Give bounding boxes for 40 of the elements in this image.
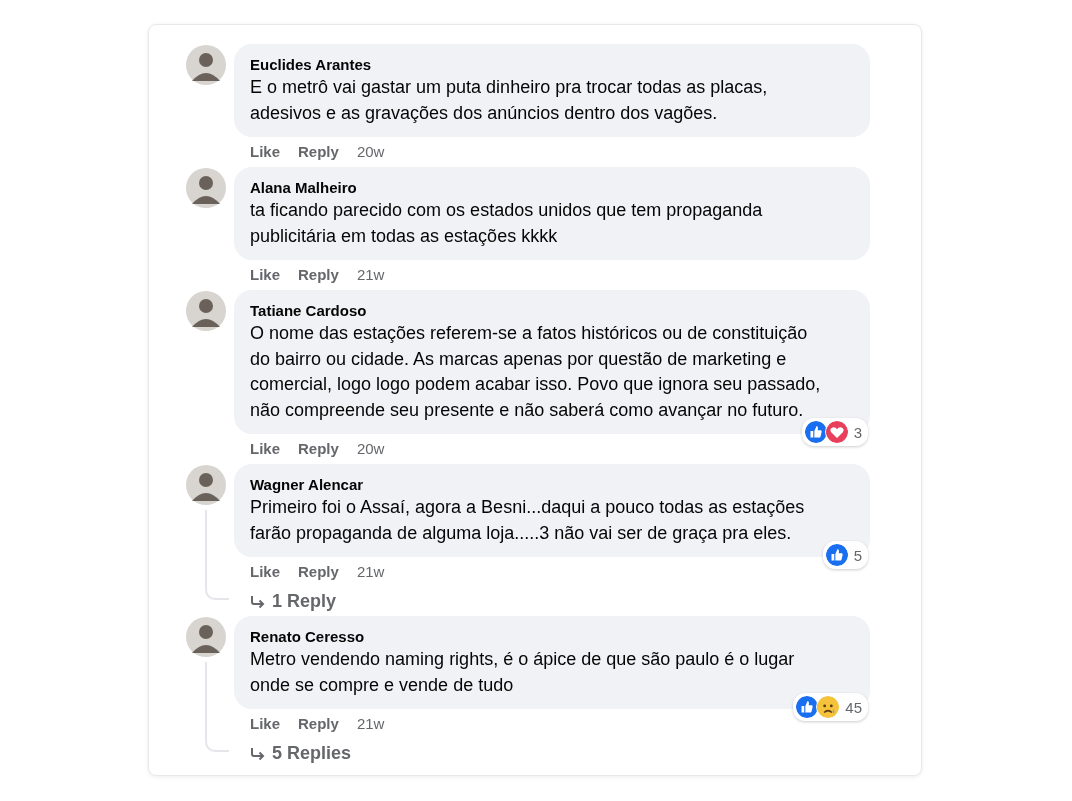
comment-text: Metro vendendo naming rights, é o ápice de que são paulo é o lugar onde se compre e vende de tudo [250, 648, 796, 697]
author-name[interactable]: Wagner Alencar [250, 475, 364, 494]
author-name[interactable]: Renato Ceresso [250, 627, 365, 646]
reaction-badge[interactable]: 3 [801, 418, 868, 446]
avatar-icon[interactable] [186, 617, 226, 657]
comment-text: E o metrô vai gastar um puta dinheiro pra trocar todas as placas, adesivos e as gravações dos anúncios dentro dos vagões. [250, 76, 769, 125]
heart-icon [824, 420, 849, 444]
timestamp: 21w [356, 562, 385, 582]
sad-face-icon [816, 695, 841, 719]
action-link[interactable]: Like [250, 264, 280, 286]
action-link[interactable]: Like [250, 141, 280, 163]
thumbs-up-icon [803, 420, 828, 444]
author-name[interactable]: Alana Malheiro [250, 178, 357, 197]
thumbs-up-icon [824, 543, 849, 567]
action-link[interactable]: Like [250, 561, 280, 583]
reply-arrow-icon [250, 745, 266, 762]
avatar-icon[interactable] [186, 465, 226, 505]
author-name[interactable]: Euclides Arantes [250, 55, 372, 74]
reply-arrow-icon [250, 593, 266, 610]
author-name[interactable]: Tatiane Cardoso [250, 301, 367, 320]
comment-text: Primeiro foi o Assaí, agora a Besni...daqui a pouco todas as estações farão propaganda de alguma loja.....3 não vai ser de graça pra eles. [250, 496, 806, 545]
action-link[interactable]: Reply [298, 561, 339, 583]
action-link[interactable]: Like [250, 438, 280, 460]
timestamp: 21w [356, 714, 385, 734]
avatar-icon[interactable] [186, 168, 226, 208]
action-link[interactable]: Reply [298, 141, 339, 163]
avatar-icon[interactable] [186, 45, 226, 85]
action-link[interactable]: Reply [298, 713, 339, 735]
view-replies-link[interactable]: 1 Reply [234, 583, 337, 612]
view-replies-link[interactable]: 5 Replies [234, 735, 352, 764]
action-link[interactable]: Reply [298, 438, 339, 460]
timestamp: 20w [356, 439, 385, 459]
action-link[interactable]: Like [250, 713, 280, 735]
avatar-icon[interactable] [186, 291, 226, 331]
timestamp: 21w [356, 265, 385, 285]
reaction-badge[interactable]: 45 [793, 693, 868, 721]
timestamp: 20w [356, 142, 385, 162]
action-link[interactable]: Reply [298, 264, 339, 286]
reaction-badge[interactable]: 5 [822, 541, 868, 569]
comment-text: ta ficando parecido com os estados unidos que tem propaganda publicitária em todas as estações kkkk [250, 199, 764, 248]
